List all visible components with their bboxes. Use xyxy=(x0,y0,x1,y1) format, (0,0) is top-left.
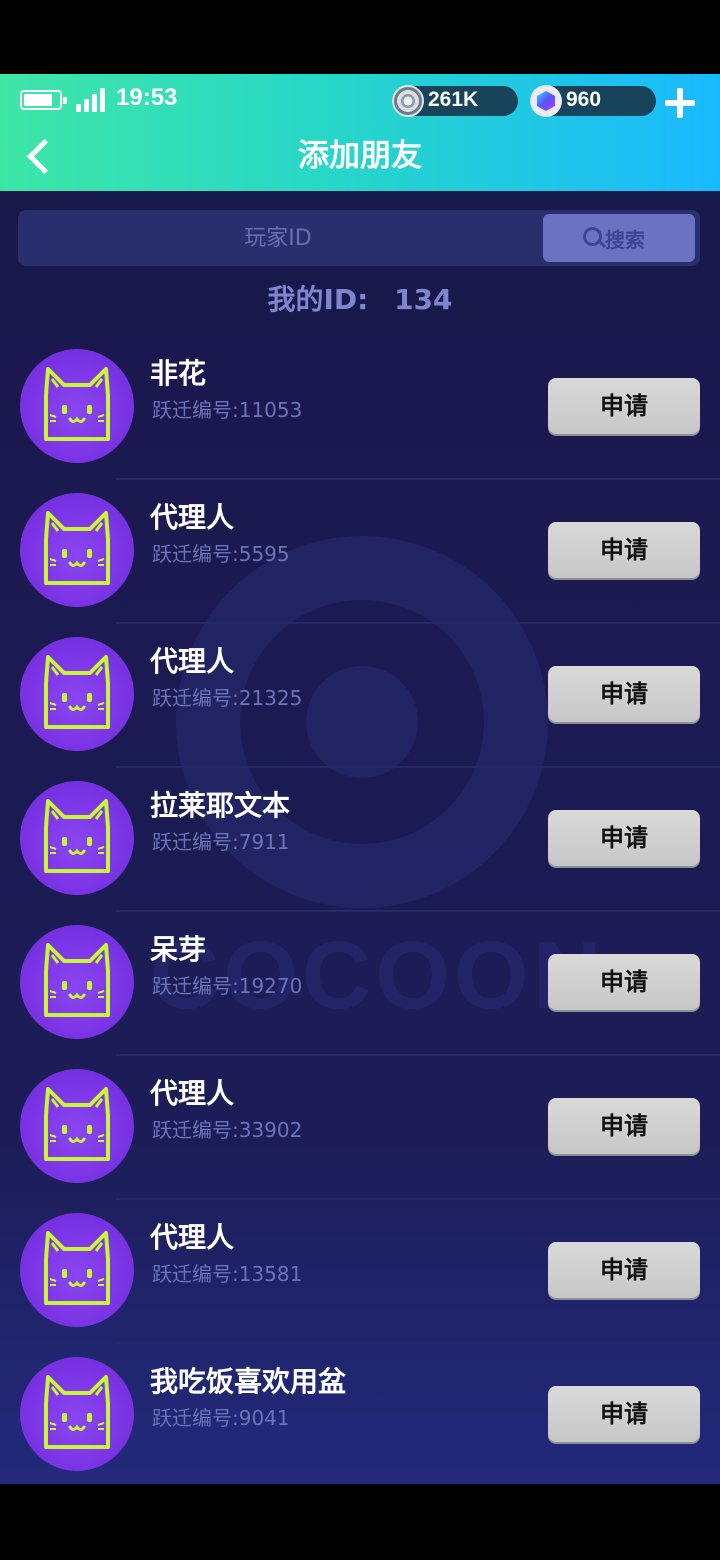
add-friend-screen: 19:53 261K 960 添加朋友 搜索 我的ID: 134 xyxy=(0,74,720,1484)
apply-button[interactable]: 申请 xyxy=(548,1098,700,1154)
cat-avatar-icon xyxy=(44,1375,110,1449)
apply-button[interactable]: 申请 xyxy=(548,1386,700,1442)
friend-list[interactable]: COCOON 非花 跃迁编号:11053 申请 代理人 跃迁编号:5595 申请 代理人 跃迁… xyxy=(0,336,720,1484)
friend-row: 代理人跃迁编号:5595 申请 xyxy=(0,480,720,624)
apply-button[interactable]: 申请 xyxy=(548,522,700,578)
signal-icon xyxy=(76,88,108,112)
friend-name: 代理人 xyxy=(150,1221,235,1254)
apply-button[interactable]: 申请 xyxy=(548,666,700,722)
friend-name: 代理人 xyxy=(150,1077,235,1110)
friend-number: 跃迁编号:13581 xyxy=(152,1262,303,1286)
cat-avatar-icon xyxy=(44,655,110,729)
friend-row: 呆芽跃迁编号:19270 申请 xyxy=(0,912,720,1056)
my-id-label: 我的ID: xyxy=(267,283,369,316)
status-time: 19:53 xyxy=(116,84,178,111)
avatar[interactable] xyxy=(20,493,134,607)
cat-avatar-icon xyxy=(44,1231,110,1305)
friend-name: 非花 xyxy=(150,357,207,390)
avatar[interactable] xyxy=(20,637,134,751)
status-bar: 19:53 261K 960 xyxy=(0,82,720,122)
apply-button[interactable]: 申请 xyxy=(548,378,700,434)
top-bar: 19:53 261K 960 添加朋友 xyxy=(0,74,720,191)
cat-avatar-icon xyxy=(44,799,110,873)
friend-name: 代理人 xyxy=(150,645,235,678)
friend-number: 跃迁编号:33902 xyxy=(152,1118,303,1142)
cat-avatar-icon xyxy=(44,1087,110,1161)
friend-number: 跃迁编号:21325 xyxy=(152,686,303,710)
avatar[interactable] xyxy=(20,925,134,1039)
friend-number: 跃迁编号:9041 xyxy=(152,1406,290,1430)
friend-number: 跃迁编号:11053 xyxy=(152,398,303,422)
coin-amount: 261K xyxy=(428,88,479,111)
avatar[interactable] xyxy=(20,781,134,895)
friend-name: 呆芽 xyxy=(150,933,207,966)
search-button[interactable]: 搜索 xyxy=(543,214,695,262)
apply-button[interactable]: 申请 xyxy=(548,1242,700,1298)
friend-name: 拉莱耶文本 xyxy=(150,789,291,822)
friend-row: 代理人跃迁编号:21325 申请 xyxy=(0,624,720,768)
friend-name: 我吃饭喜欢用盆 xyxy=(150,1365,347,1398)
friend-name: 代理人 xyxy=(150,501,235,534)
gem-amount: 960 xyxy=(566,88,602,111)
search-section: 搜索 我的ID: 134 xyxy=(0,191,720,336)
avatar[interactable] xyxy=(20,1357,134,1471)
gem-balance: 960 xyxy=(530,85,656,117)
apply-button[interactable]: 申请 xyxy=(548,810,700,866)
my-id-value: 134 xyxy=(394,283,453,316)
letterbox-bottom xyxy=(0,1484,720,1560)
avatar[interactable] xyxy=(20,1069,134,1183)
friend-number: 跃迁编号:7911 xyxy=(152,830,290,854)
avatar[interactable] xyxy=(20,349,134,463)
cat-avatar-icon xyxy=(44,367,110,441)
search-icon xyxy=(583,227,602,246)
gem-icon xyxy=(530,85,562,117)
cat-avatar-icon xyxy=(44,511,110,585)
cat-avatar-icon xyxy=(44,943,110,1017)
friend-number: 跃迁编号:19270 xyxy=(152,974,303,998)
coin-balance: 261K xyxy=(392,85,518,117)
friend-number: 跃迁编号:5595 xyxy=(152,542,290,566)
friend-row: 拉莱耶文本跃迁编号:7911 申请 xyxy=(0,768,720,912)
letterbox-top xyxy=(0,0,720,74)
friend-row: 代理人跃迁编号:13581 申请 xyxy=(0,1200,720,1344)
search-bar: 搜索 xyxy=(18,210,700,266)
coin-icon xyxy=(392,85,424,117)
friend-row: 代理人跃迁编号:33902 申请 xyxy=(0,1056,720,1200)
avatar[interactable] xyxy=(20,1213,134,1327)
page-title: 添加朋友 xyxy=(298,138,422,174)
apply-button[interactable]: 申请 xyxy=(548,954,700,1010)
my-id: 我的ID: 134 xyxy=(0,278,720,318)
friend-row: 我吃饭喜欢用盆跃迁编号:9041 申请 xyxy=(0,1344,720,1484)
add-currency-button[interactable] xyxy=(664,88,696,120)
player-id-input[interactable] xyxy=(28,214,528,262)
search-button-label: 搜索 xyxy=(605,228,645,252)
battery-icon xyxy=(20,90,67,110)
friend-row: 非花跃迁编号:11053 申请 xyxy=(0,336,720,480)
